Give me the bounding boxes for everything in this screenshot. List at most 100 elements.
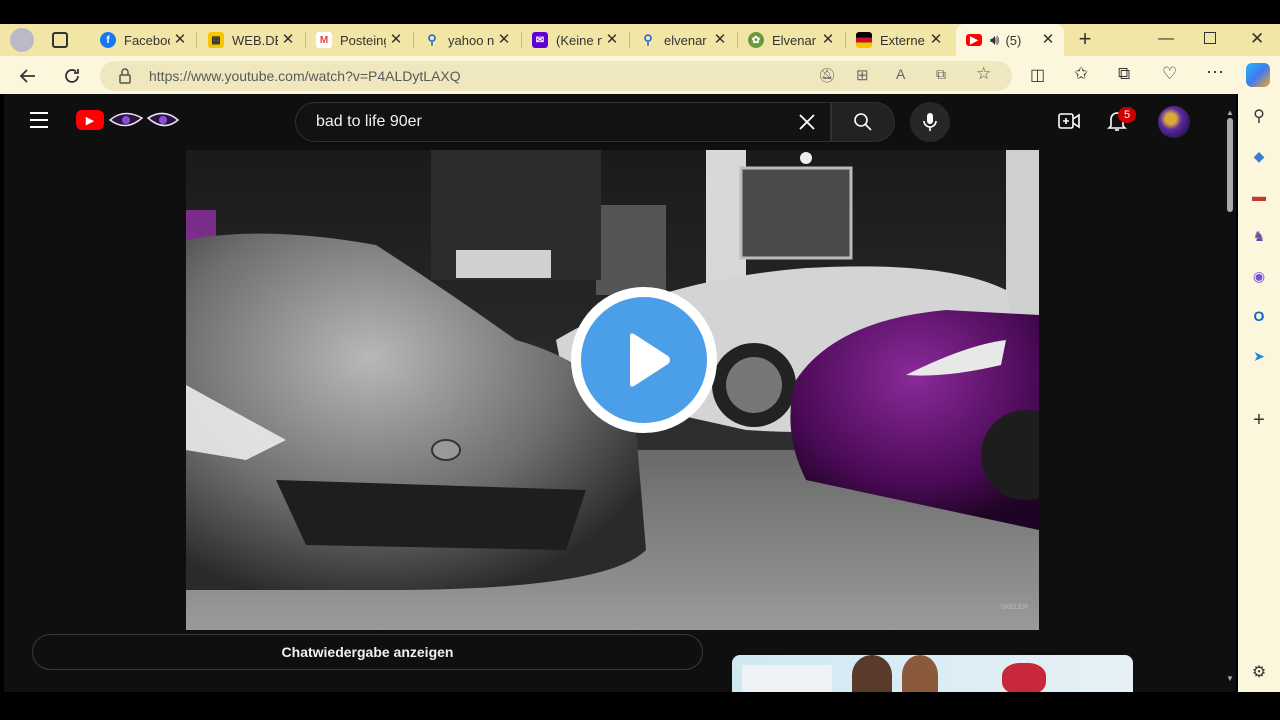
add-sidebar-app-icon[interactable]: + bbox=[1249, 409, 1269, 431]
tab-label: Posteing bbox=[340, 32, 386, 48]
play-triangle-icon bbox=[630, 333, 670, 387]
notification-count-badge: 5 bbox=[1118, 107, 1136, 123]
thumbnail-person-image bbox=[902, 655, 938, 692]
copilot-sidebar-icon[interactable]: ◉ bbox=[1249, 266, 1269, 286]
close-icon[interactable]: ✕ bbox=[604, 32, 620, 48]
chat-replay-button[interactable]: Chatwiedergabe anzeigen bbox=[32, 634, 703, 670]
voice-search-button[interactable] bbox=[910, 102, 950, 142]
doodle-eyes-icon[interactable] bbox=[108, 108, 180, 134]
play-icon bbox=[581, 297, 707, 423]
search-input[interactable]: bad to life 90er bbox=[316, 113, 422, 131]
tab-label: elvenar bbox=[664, 32, 707, 48]
search-icon: ⚲ bbox=[643, 32, 653, 47]
close-icon[interactable]: ✕ bbox=[172, 32, 188, 48]
tab-strip: f Faceboo ✕ ▦ WEB.DE ✕ M Posteing ✕ ⚲ ya… bbox=[0, 24, 1280, 56]
close-window-button[interactable]: ✕ bbox=[1250, 29, 1264, 49]
split-screen-icon[interactable]: ◫ bbox=[1030, 65, 1045, 85]
close-icon[interactable]: ✕ bbox=[928, 32, 944, 48]
clear-search-icon[interactable] bbox=[798, 113, 816, 131]
youtube-icon: ▶ bbox=[966, 34, 982, 46]
tab-label: Faceboo bbox=[124, 32, 170, 48]
speaker-icon[interactable]: 🔊︎ bbox=[990, 32, 999, 49]
new-tab-button[interactable]: + bbox=[1074, 28, 1096, 51]
read-aloud-icon[interactable]: A bbox=[896, 66, 905, 82]
tab-elvenar[interactable]: ✿ Elvenar ✕ bbox=[738, 24, 844, 56]
scroll-down-icon[interactable]: ▼ bbox=[1226, 674, 1234, 683]
thumbnail-object-image bbox=[1002, 663, 1046, 692]
more-menu-icon[interactable]: ⋯ bbox=[1206, 62, 1224, 83]
create-video-icon[interactable] bbox=[1058, 112, 1080, 130]
recommended-video-thumbnail[interactable] bbox=[732, 655, 1133, 692]
reload-icon bbox=[65, 69, 79, 83]
play-button[interactable] bbox=[571, 287, 717, 433]
shopping-tag-icon[interactable]: ◆ bbox=[1249, 146, 1269, 166]
search-icon[interactable]: ⚲ bbox=[1249, 106, 1269, 126]
tab-label: (Keine n bbox=[556, 32, 602, 48]
app-available-icon[interactable]: ⊞ bbox=[856, 66, 869, 84]
restore-button[interactable] bbox=[1204, 32, 1216, 44]
search-button[interactable] bbox=[831, 102, 895, 142]
outlook-icon[interactable]: O bbox=[1249, 306, 1269, 326]
profile-avatar[interactable] bbox=[10, 28, 34, 52]
close-icon[interactable]: ✕ bbox=[388, 32, 404, 48]
tab-gmail[interactable]: M Posteing ✕ bbox=[306, 24, 412, 56]
thumbnail-person-image bbox=[852, 655, 892, 692]
video-watermark: SKELER bbox=[1000, 604, 1028, 611]
tab-label: (5) bbox=[1005, 32, 1022, 48]
flag-icon bbox=[856, 32, 872, 48]
scroll-up-icon[interactable]: ▲ bbox=[1226, 108, 1234, 117]
tab-label: yahoo n bbox=[448, 32, 494, 48]
mute-site-icon[interactable]: 🔕︎ bbox=[818, 67, 836, 84]
webde-icon: ▦ bbox=[208, 32, 224, 48]
minimize-button[interactable]: — bbox=[1158, 30, 1174, 48]
drop-send-icon[interactable]: ➤ bbox=[1249, 346, 1269, 366]
url-text: https://www.youtube.com/watch?v=P4ALDytL… bbox=[149, 68, 461, 84]
video-player[interactable]: SKELER bbox=[186, 150, 1039, 630]
favorite-star-icon[interactable]: ☆ bbox=[976, 64, 991, 84]
tab-mail[interactable]: ✉ (Keine n ✕ bbox=[522, 24, 628, 56]
account-avatar[interactable] bbox=[1158, 106, 1190, 138]
tools-icon[interactable]: ▬ bbox=[1249, 186, 1269, 206]
search-icon: ⚲ bbox=[427, 32, 437, 47]
tab-label: Elvenar bbox=[772, 32, 817, 48]
mail-icon: ✉ bbox=[532, 32, 548, 48]
collections-icon[interactable]: ⧉ bbox=[1118, 64, 1130, 84]
tab-youtube-active[interactable]: ▶ 🔊︎ (5) ✕ bbox=[956, 24, 1064, 56]
copilot-icon[interactable] bbox=[1246, 63, 1270, 87]
reload-button[interactable] bbox=[58, 62, 86, 90]
games-chess-icon[interactable]: ♞ bbox=[1249, 226, 1269, 246]
search-icon bbox=[854, 113, 872, 131]
tab-yahoo-search[interactable]: ⚲ yahoo n ✕ bbox=[414, 24, 520, 56]
tab-label: WEB.DE bbox=[232, 32, 278, 48]
close-icon[interactable]: ✕ bbox=[712, 32, 728, 48]
tab-externe[interactable]: Externe ✕ bbox=[846, 24, 952, 56]
youtube-logo-icon[interactable]: ▶ bbox=[76, 110, 104, 130]
address-bar[interactable]: https://www.youtube.com/watch?v=P4ALDytL… bbox=[100, 61, 1012, 91]
back-arrow-icon bbox=[19, 69, 35, 83]
browser-essentials-icon[interactable]: ♡ bbox=[1162, 64, 1177, 84]
back-button[interactable] bbox=[14, 62, 42, 90]
edge-sidebar: ⚲ ◆ ▬ ♞ ◉ O ➤ + ⚙ bbox=[1238, 94, 1280, 692]
menu-icon[interactable] bbox=[30, 112, 48, 128]
scrollbar-thumb[interactable] bbox=[1227, 118, 1233, 212]
gmail-icon: M bbox=[316, 32, 332, 48]
facebook-icon: f bbox=[100, 32, 116, 48]
youtube-masthead: ▶ bad to life 90er 5 bbox=[4, 94, 1224, 150]
search-box[interactable]: bad to life 90er bbox=[295, 102, 831, 142]
tab-actions-icon[interactable] bbox=[52, 32, 68, 48]
youtube-page: ▶ bad to life 90er 5 SKELER Chatwiederga… bbox=[4, 94, 1236, 692]
close-icon[interactable]: ✕ bbox=[820, 32, 836, 48]
tab-facebook[interactable]: f Faceboo ✕ bbox=[90, 24, 196, 56]
close-icon[interactable]: ✕ bbox=[280, 32, 296, 48]
settings-gear-icon[interactable]: ⚙ bbox=[1249, 662, 1269, 682]
close-icon[interactable]: ✕ bbox=[1040, 32, 1056, 48]
toolbar: https://www.youtube.com/watch?v=P4ALDytL… bbox=[0, 56, 1280, 94]
tab-label: Externe bbox=[880, 32, 925, 48]
lock-icon[interactable] bbox=[118, 68, 132, 84]
page-scrollbar[interactable]: ▲ ▼ bbox=[1224, 94, 1236, 692]
tab-elvenar-search[interactable]: ⚲ elvenar ✕ bbox=[630, 24, 736, 56]
video-popout-icon[interactable]: ⧉ bbox=[936, 66, 946, 83]
tab-webde[interactable]: ▦ WEB.DE ✕ bbox=[198, 24, 304, 56]
close-icon[interactable]: ✕ bbox=[496, 32, 512, 48]
favorites-icon[interactable]: ✩ bbox=[1074, 64, 1088, 84]
